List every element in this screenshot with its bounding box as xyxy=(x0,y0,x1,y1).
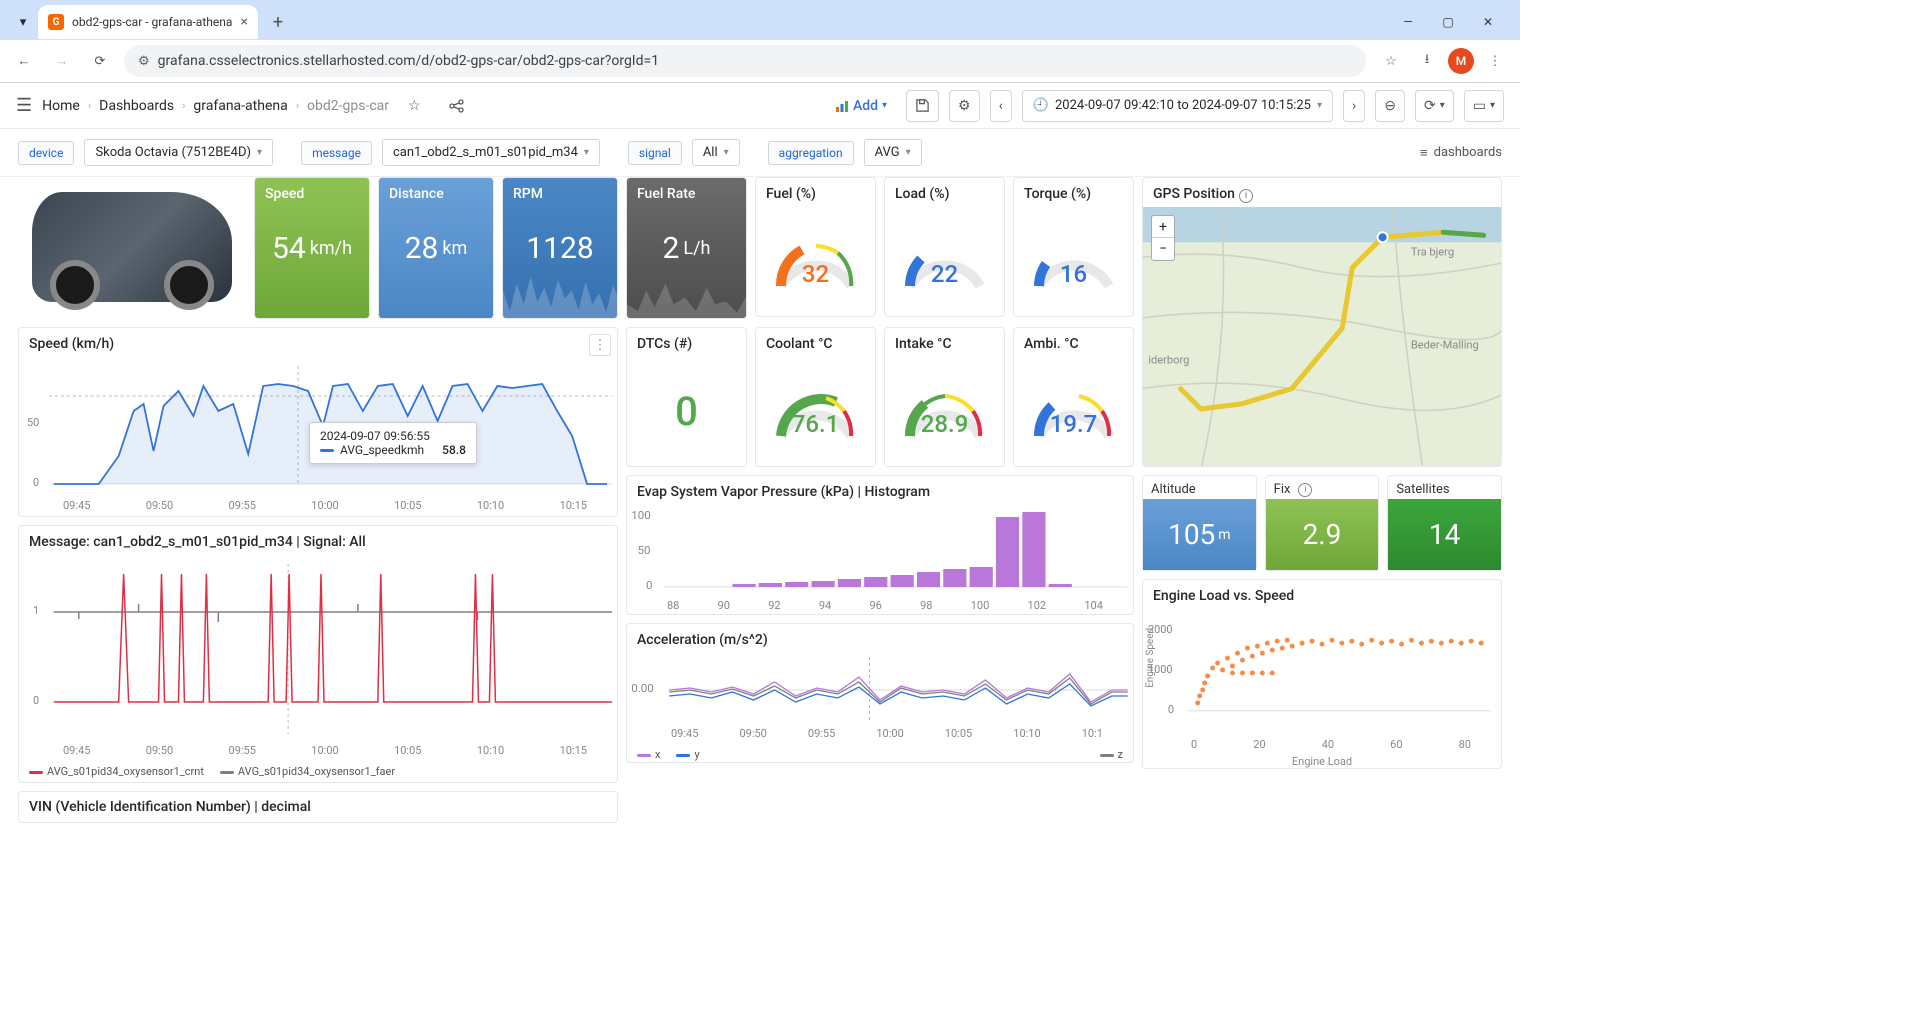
stat-altitude[interactable]: Altitude 105m xyxy=(1142,475,1257,571)
time-range-picker[interactable]: 🕘 2024-09-07 09:42:10 to 2024-09-07 10:1… xyxy=(1022,90,1333,122)
profile-avatar[interactable]: M xyxy=(1448,48,1474,74)
stat-dtcs[interactable]: DTCs (#) 0 xyxy=(626,327,747,467)
menu-icon[interactable]: ☰ xyxy=(16,95,32,116)
breadcrumb: Home › Dashboards › grafana-athena › obd… xyxy=(42,98,389,114)
svg-text:iderborg: iderborg xyxy=(1148,354,1189,367)
acceleration-panel[interactable]: Acceleration (m/s^2) 0.00 09:4509:5009:5… xyxy=(626,623,1134,763)
settings-icon[interactable]: ⚙ xyxy=(949,90,980,122)
stat-speed[interactable]: Speed 54 km/h xyxy=(254,177,370,319)
vin-panel[interactable]: VIN (Vehicle Identification Number) | de… xyxy=(18,791,618,823)
var-select-device[interactable]: Skoda Octavia (7512BE4D)▾ xyxy=(84,139,273,166)
browser-tab[interactable]: G obd2-gps-car - grafana-athena × xyxy=(38,5,258,39)
maximize-icon[interactable]: ▢ xyxy=(1432,6,1464,38)
svg-text:1: 1 xyxy=(33,604,39,617)
stat-distance[interactable]: Distance 28 km xyxy=(378,177,494,319)
var-select-signal[interactable]: All▾ xyxy=(692,139,740,166)
new-tab-button[interactable]: + xyxy=(264,8,292,36)
svg-text:100: 100 xyxy=(631,509,651,522)
msg-legend: AVG_s01pid34_oxysensor1_crnt AVG_s01pid3… xyxy=(19,761,617,782)
panel-menu-icon[interactable]: ⋮ xyxy=(589,334,611,356)
close-icon[interactable]: × xyxy=(241,14,248,30)
add-button[interactable]: Add ▾ xyxy=(826,90,896,122)
dashboards-link[interactable]: ≡dashboards xyxy=(1420,145,1502,161)
dashboard: Speed 54 km/h Distance 28 km RPM 1128 xyxy=(0,177,1520,841)
url-input[interactable]: ⚙ grafana.csselectronics.stellarhosted.c… xyxy=(124,45,1366,77)
speed-timeseries-panel[interactable]: Speed (km/h) ⋮ 500 2024-09-07 09:56:55 A… xyxy=(18,327,618,517)
kebab-icon[interactable]: ⋮ xyxy=(1480,46,1510,76)
map-panel[interactable]: GPS Positioni iderborg Beder-Malling Tra… xyxy=(1142,177,1502,467)
var-label-message: message xyxy=(301,141,372,165)
var-label-signal: signal xyxy=(628,141,682,165)
address-bar: ← → ⟳ ⚙ grafana.csselectronics.stellarho… xyxy=(0,40,1520,82)
share-icon[interactable] xyxy=(440,90,474,122)
time-forward-icon[interactable]: › xyxy=(1343,90,1365,122)
map-zoom-out-icon[interactable]: − xyxy=(1152,238,1174,260)
breadcrumb-home[interactable]: Home xyxy=(42,98,80,114)
svg-text:50: 50 xyxy=(27,416,39,429)
svg-text:50: 50 xyxy=(638,544,651,557)
kiosk-icon[interactable]: ▭ ▾ xyxy=(1464,90,1504,122)
var-select-aggregation[interactable]: AVG▾ xyxy=(864,139,922,166)
refresh-icon[interactable]: ⟳ ▾ xyxy=(1415,90,1454,122)
breadcrumb-dashboards[interactable]: Dashboards xyxy=(99,98,174,114)
grafana-topbar: ☰ Home › Dashboards › grafana-athena › o… xyxy=(0,83,1520,129)
tab-bar: ▾ G obd2-gps-car - grafana-athena × + — … xyxy=(0,0,1520,40)
stat-fuelrate[interactable]: Fuel Rate 2 L/h xyxy=(626,177,747,319)
var-label-device: device xyxy=(18,141,74,165)
car-image-panel xyxy=(18,177,246,317)
tab-title: obd2-gps-car - grafana-athena xyxy=(72,15,233,29)
tab-search-dropdown[interactable]: ▾ xyxy=(8,6,38,38)
stat-fix[interactable]: Fixi 2.9 xyxy=(1265,475,1380,571)
stat-rpm[interactable]: RPM 1128 xyxy=(502,177,618,319)
close-window-icon[interactable]: ✕ xyxy=(1472,6,1504,38)
message-timeseries-panel[interactable]: Message: can1_obd2_s_m01_s01pid_m34 | Si… xyxy=(18,525,618,783)
map-zoom-controls: + − xyxy=(1151,215,1175,261)
svg-text:Engine Speed: Engine Speed xyxy=(1145,628,1156,688)
tooltip: 2024-09-07 09:56:55 AVG_speedkmh58.8 xyxy=(309,422,477,464)
time-back-icon[interactable]: ‹ xyxy=(990,90,1012,122)
save-icon[interactable] xyxy=(906,90,939,122)
info-icon[interactable]: i xyxy=(1298,483,1312,497)
scatter-panel[interactable]: Engine Load vs. Speed 200010000 Engine S… xyxy=(1142,579,1502,769)
clock-icon: 🕘 xyxy=(1033,98,1049,113)
var-label-aggregation: aggregation xyxy=(768,141,854,165)
svg-text:0: 0 xyxy=(646,579,653,592)
gauge-ambi[interactable]: Ambi. °C 19.7 xyxy=(1013,327,1134,467)
speed-xaxis: 09:4509:5009:5510:0010:0510:1010:15 xyxy=(19,499,617,516)
zoom-out-icon[interactable]: ⊖ xyxy=(1375,90,1405,122)
var-select-message[interactable]: can1_obd2_s_m01_s01pid_m34▾ xyxy=(382,139,600,166)
svg-text:Tra bjerg: Tra bjerg xyxy=(1411,245,1454,258)
svg-text:Beder-Malling: Beder-Malling xyxy=(1411,338,1479,351)
stat-satellites[interactable]: Satellites 14 xyxy=(1387,475,1502,571)
map-canvas[interactable]: iderborg Beder-Malling Tra bjerg + − xyxy=(1143,207,1501,467)
svg-text:0.00: 0.00 xyxy=(631,682,654,695)
gauge-torque[interactable]: Torque (%) 16 xyxy=(1013,177,1134,317)
reload-icon[interactable]: ⟳ xyxy=(86,47,114,75)
gauge-fuel[interactable]: Fuel (%) 32 xyxy=(755,177,876,317)
svg-text:0: 0 xyxy=(1168,703,1174,716)
svg-text:0: 0 xyxy=(33,476,39,489)
gauge-intake[interactable]: Intake °C 28.9 xyxy=(884,327,1005,467)
gauge-coolant[interactable]: Coolant °C 76.1 xyxy=(755,327,876,467)
car-image xyxy=(32,192,232,302)
variable-row: device Skoda Octavia (7512BE4D)▾ message… xyxy=(0,129,1520,177)
favorite-icon[interactable]: ☆ xyxy=(399,90,430,122)
grafana-favicon: G xyxy=(48,14,64,30)
download-icon[interactable]: ⭳ xyxy=(1412,46,1442,76)
url-text: grafana.csselectronics.stellarhosted.com… xyxy=(158,53,659,69)
gauge-load[interactable]: Load (%) 22 xyxy=(884,177,1005,317)
breadcrumb-current: obd2-gps-car xyxy=(307,98,389,114)
window-controls: — ▢ ✕ xyxy=(1392,6,1512,38)
map-zoom-in-icon[interactable]: + xyxy=(1152,216,1174,238)
site-info-icon[interactable]: ⚙ xyxy=(138,54,150,69)
minimize-icon[interactable]: — xyxy=(1392,6,1424,38)
browser-chrome: ▾ G obd2-gps-car - grafana-athena × + — … xyxy=(0,0,1520,83)
histogram-panel[interactable]: Evap System Vapor Pressure (kPa) | Histo… xyxy=(626,475,1134,615)
breadcrumb-folder[interactable]: grafana-athena xyxy=(193,98,287,114)
forward-icon[interactable]: → xyxy=(48,47,76,75)
star-icon[interactable]: ☆ xyxy=(1376,46,1406,76)
svg-text:0: 0 xyxy=(33,694,39,707)
info-icon[interactable]: i xyxy=(1239,189,1253,203)
back-icon[interactable]: ← xyxy=(10,47,38,75)
